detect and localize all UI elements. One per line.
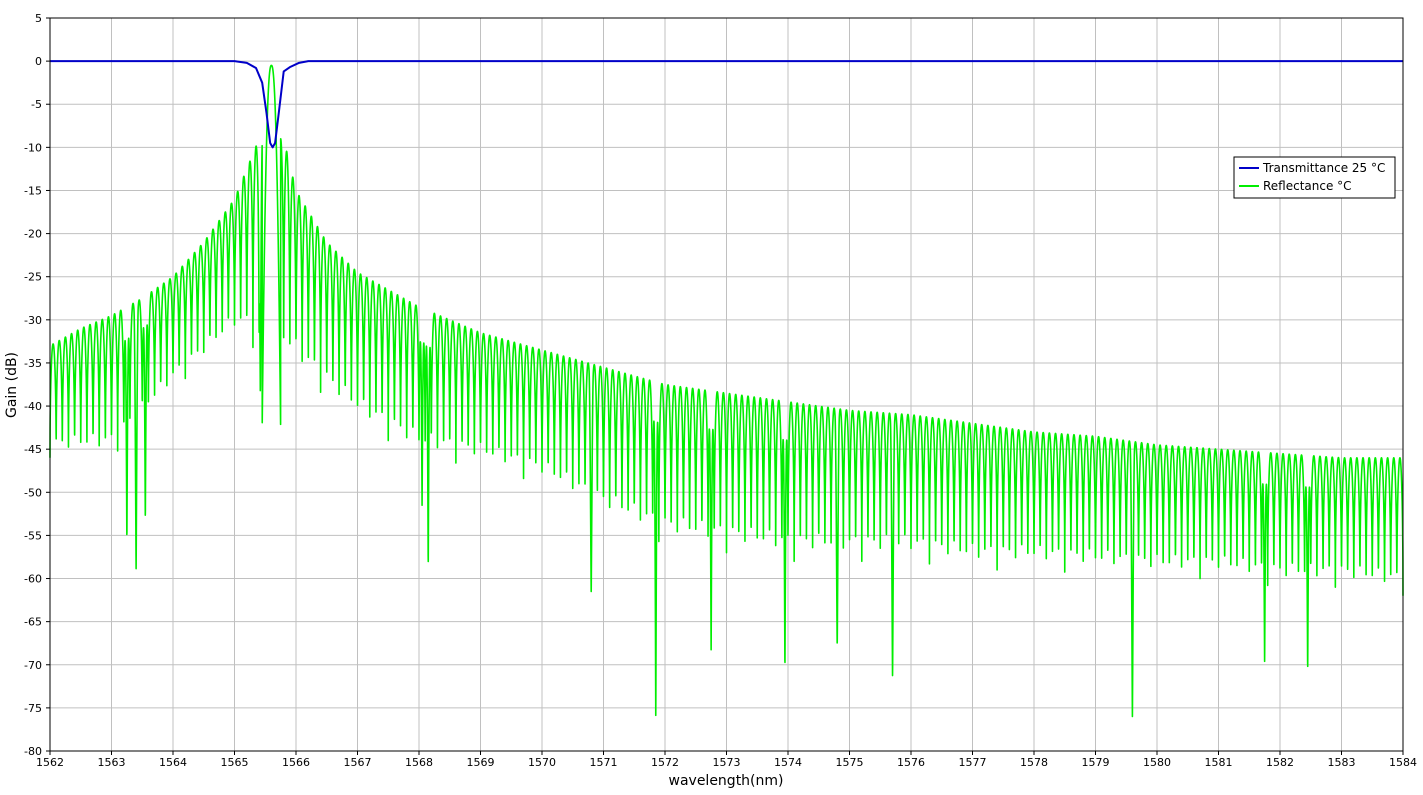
x-tick-label: 1578 xyxy=(1020,756,1048,769)
x-axis-title: wavelength(nm) xyxy=(669,773,784,789)
y-tick-label: -35 xyxy=(24,357,42,370)
y-tick-label: -5 xyxy=(31,98,42,111)
x-tick-label: 1575 xyxy=(836,756,864,769)
x-tick-label: 1572 xyxy=(651,756,679,769)
y-tick-label: -60 xyxy=(24,573,42,586)
y-axis-title: Gain (dB) xyxy=(4,352,20,418)
x-tick-label: 1577 xyxy=(959,756,987,769)
x-tick-label: 1563 xyxy=(98,756,126,769)
x-tick-label: 1571 xyxy=(590,756,618,769)
y-tick-label: -45 xyxy=(24,443,42,456)
y-tick-label: -20 xyxy=(24,228,42,241)
legend-label-reflectance: Reflectance °C xyxy=(1263,179,1352,193)
x-tick-label: 1570 xyxy=(528,756,556,769)
x-tick-label: 1573 xyxy=(713,756,741,769)
x-tick-label: 1579 xyxy=(1082,756,1110,769)
x-tick-label: 1584 xyxy=(1389,756,1417,769)
x-tick-label: 1582 xyxy=(1266,756,1294,769)
y-tick-label: 5 xyxy=(35,12,42,25)
y-tick-label: -70 xyxy=(24,659,42,672)
y-tick-label: -75 xyxy=(24,702,42,715)
y-tick-label: -65 xyxy=(24,616,42,629)
x-tick-label: 1565 xyxy=(221,756,249,769)
y-tick-label: -50 xyxy=(24,486,42,499)
y-tick-label: 0 xyxy=(35,55,42,68)
x-tick-label: 1574 xyxy=(774,756,802,769)
x-tick-label: 1580 xyxy=(1143,756,1171,769)
y-tick-label: -25 xyxy=(24,271,42,284)
x-tick-label: 1569 xyxy=(467,756,495,769)
x-tick-label: 1568 xyxy=(405,756,433,769)
x-tick-label: 1566 xyxy=(282,756,310,769)
y-tick-labels: 5 0 -5 -10 -15 -20 -25 -30 -35 -40 -45 -50 -55 -60 -65… xyxy=(24,12,50,758)
x-tick-label: 1567 xyxy=(344,756,372,769)
legend: Transmittance 25 °C Reflectance °C xyxy=(1233,156,1396,199)
x-tick-label: 1576 xyxy=(897,756,925,769)
y-tick-label: -80 xyxy=(24,745,42,758)
y-tick-label: -10 xyxy=(24,141,42,154)
y-tick-label: -15 xyxy=(24,184,42,197)
y-tick-label: -30 xyxy=(24,314,42,327)
x-tick-label: 1564 xyxy=(159,756,187,769)
y-tick-label: -40 xyxy=(24,400,42,413)
x-tick-labels: 1562 1563 1564 1565 1566 1567 1568 1569 1570 1571… xyxy=(36,751,1417,769)
legend-label-transmittance: Transmittance 25 °C xyxy=(1262,161,1385,175)
x-tick-label: 1581 xyxy=(1205,756,1233,769)
chart: 1562 1563 1564 1565 1566 1567 1568 1569 1570 1571… xyxy=(4,12,1417,789)
x-tick-label: 1583 xyxy=(1328,756,1356,769)
y-tick-label: -55 xyxy=(24,529,42,542)
